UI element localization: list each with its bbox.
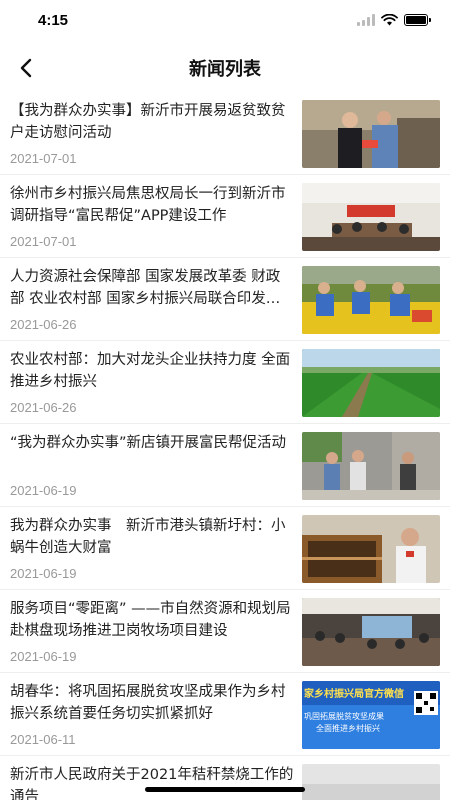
cellular-signal-icon — [357, 14, 375, 26]
news-text: 【我为群众办实事】新沂市开展易返贫致贫户走访慰问活动 2021-07-01 — [10, 100, 302, 174]
status-time: 4:15 — [38, 12, 69, 29]
thumb-headline: 家乡村振兴局官方微信 — [304, 689, 404, 700]
status-icons — [357, 14, 431, 26]
news-date: 2021-06-26 — [10, 317, 77, 332]
news-title: 新沂市人民政府关于2021年秸秆禁烧工作的通告 — [10, 767, 294, 800]
news-thumbnail — [302, 598, 440, 666]
wifi-icon — [381, 14, 398, 26]
news-text: 胡春华：将巩固拓展脱贫攻坚成果作为乡村振兴系统首要任务切实抓紧抓好 2021-0… — [10, 681, 302, 755]
nav-bar: 新闻列表 — [0, 44, 450, 92]
status-bar: 4:15 — [0, 0, 450, 44]
news-thumbnail — [302, 266, 440, 334]
news-text: 新沂市人民政府关于2021年秸秆禁烧工作的通告 — [10, 764, 302, 800]
news-item[interactable]: 【我为群众办实事】新沂市开展易返贫致贫户走访慰问活动 2021-07-01 — [0, 92, 450, 175]
news-thumbnail — [302, 515, 440, 583]
news-date: 2021-06-19 — [10, 483, 77, 498]
news-text: 服务项目“零距离” ——市自然资源和规划局赴棋盘现场推进卫岗牧场项目建设 202… — [10, 598, 302, 672]
chevron-left-icon — [20, 58, 32, 78]
news-title: 胡春华：将巩固拓展脱贫攻坚成果作为乡村振兴系统首要任务切实抓紧抓好 — [10, 684, 286, 722]
thumb-line: 巩固拓展脱贫攻坚成果 — [304, 712, 384, 721]
news-date: 2021-06-19 — [10, 566, 77, 581]
news-thumbnail — [302, 100, 440, 168]
news-date: 2021-07-01 — [10, 234, 77, 249]
page-title: 新闻列表 — [189, 59, 261, 80]
news-item[interactable]: 人力资源社会保障部 国家发展改革委 财政部 农业农村部 国家乡村振兴局联合印发通… — [0, 258, 450, 341]
news-date: 2021-07-01 — [10, 151, 77, 166]
news-title: 农业农村部：加大对龙头企业扶持力度 全面推进乡村振兴 — [10, 352, 291, 390]
news-text: 我为群众办实事 新沂市港头镇新圩村：小蜗牛创造大财富 2021-06-19 — [10, 515, 302, 589]
news-item[interactable]: “我为群众办实事”新店镇开展富民帮促活动 2021-06-19 — [0, 424, 450, 507]
battery-icon — [404, 14, 431, 26]
back-button[interactable] — [10, 52, 42, 84]
news-item[interactable]: 农业农村部：加大对龙头企业扶持力度 全面推进乡村振兴 2021-06-26 — [0, 341, 450, 424]
news-list[interactable]: 【我为群众办实事】新沂市开展易返贫致贫户走访慰问活动 2021-07-01 徐州… — [0, 92, 450, 800]
news-item[interactable]: 徐州市乡村振兴局焦思权局长一行到新沂市调研指导“富民帮促”APP建设工作 202… — [0, 175, 450, 258]
news-item[interactable]: 我为群众办实事 新沂市港头镇新圩村：小蜗牛创造大财富 2021-06-19 — [0, 507, 450, 590]
news-title: 【我为群众办实事】新沂市开展易返贫致贫户走访慰问活动 — [10, 103, 286, 141]
news-item[interactable]: 服务项目“零距离” ——市自然资源和规划局赴棋盘现场推进卫岗牧场项目建设 202… — [0, 590, 450, 673]
news-item[interactable]: 新沂市人民政府关于2021年秸秆禁烧工作的通告 — [0, 756, 450, 800]
news-text: “我为群众办实事”新店镇开展富民帮促活动 2021-06-19 — [10, 432, 302, 506]
news-thumbnail — [302, 764, 440, 800]
news-date: 2021-06-19 — [10, 649, 77, 664]
news-date: 2021-06-11 — [10, 732, 76, 747]
home-indicator — [145, 787, 305, 792]
news-text: 农业农村部：加大对龙头企业扶持力度 全面推进乡村振兴 2021-06-26 — [10, 349, 302, 423]
news-title: 我为群众办实事 新沂市港头镇新圩村：小蜗牛创造大财富 — [10, 518, 286, 556]
news-title: “我为群众办实事”新店镇开展富民帮促活动 — [10, 435, 287, 451]
news-thumbnail — [302, 349, 440, 417]
news-thumbnail: 家乡村振兴局官方微信 巩固拓展脱贫攻坚成果 全面推进乡村振兴 — [302, 681, 440, 749]
news-thumbnail — [302, 183, 440, 251]
news-item[interactable]: 胡春华：将巩固拓展脱贫攻坚成果作为乡村振兴系统首要任务切实抓紧抓好 2021-0… — [0, 673, 450, 756]
news-text: 徐州市乡村振兴局焦思权局长一行到新沂市调研指导“富民帮促”APP建设工作 202… — [10, 183, 302, 257]
news-title: 服务项目“零距离” ——市自然资源和规划局赴棋盘现场推进卫岗牧场项目建设 — [10, 601, 291, 639]
news-thumbnail — [302, 432, 440, 500]
news-date: 2021-06-26 — [10, 400, 77, 415]
thumb-line: 全面推进乡村振兴 — [316, 724, 380, 733]
news-title: 人力资源社会保障部 国家发展改革委 财政部 农业农村部 国家乡村振兴局联合印发通… — [10, 269, 281, 307]
news-text: 人力资源社会保障部 国家发展改革委 财政部 农业农村部 国家乡村振兴局联合印发通… — [10, 266, 302, 340]
news-title: 徐州市乡村振兴局焦思权局长一行到新沂市调研指导“富民帮促”APP建设工作 — [10, 186, 286, 224]
